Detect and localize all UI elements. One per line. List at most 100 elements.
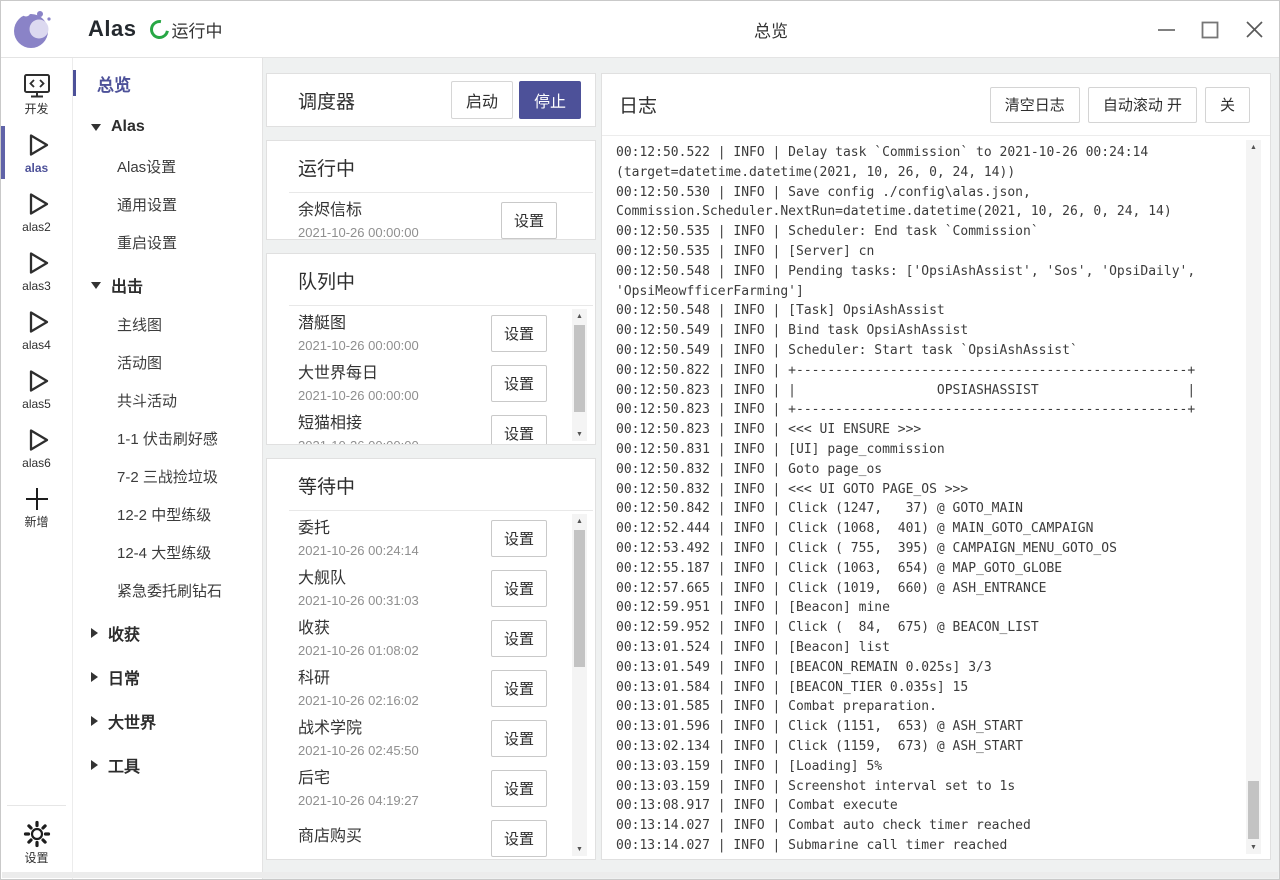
rail-item-label: alas2 — [22, 221, 51, 234]
task-settings-button[interactable]: 设置 — [491, 820, 547, 857]
task-next-run-time: 2021-10-26 01:08:02 — [298, 643, 491, 659]
task-row: 潜艇图2021-10-26 00:00:00设置 — [298, 308, 547, 358]
autoscroll-off-button[interactable]: 关 — [1205, 87, 1250, 123]
menu-group-大世界[interactable]: 大世界 — [73, 708, 262, 734]
menu-item-重启设置[interactable]: 重启设置 — [73, 230, 262, 254]
task-settings-button[interactable]: 设置 — [491, 415, 547, 445]
task-settings-button[interactable]: 设置 — [491, 720, 547, 757]
instance-rail: 开发 alas alas2 alas3alas4 alas5 alas6 新增 — [1, 58, 73, 879]
menu-item-紧急委托刷钻石[interactable]: 紧急委托刷钻石 — [73, 578, 262, 602]
app-logo-icon — [12, 7, 54, 51]
menu-item-主线图[interactable]: 主线图 — [73, 312, 262, 336]
scrollbar-thumb[interactable] — [574, 325, 585, 412]
scrollbar-thumb[interactable] — [1248, 781, 1259, 839]
menu-item-12-4 大型练级[interactable]: 12-4 大型练级 — [73, 540, 262, 564]
task-settings-button[interactable]: 设置 — [491, 670, 547, 707]
task-name: 大舰队 — [298, 568, 491, 590]
rail-item-dev[interactable]: 开发 — [1, 64, 72, 123]
log-card: 日志 清空日志 自动滚动 开 关 00:12:50.522 | INFO | D… — [601, 73, 1271, 860]
rail-item-alas2[interactable]: alas2 — [1, 182, 72, 241]
rail-item-label: alas — [25, 162, 48, 175]
minimize-icon — [1157, 20, 1176, 39]
task-next-run-time: 2021-10-26 02:16:02 — [298, 693, 491, 709]
task-settings-button[interactable]: 设置 — [491, 620, 547, 657]
start-button[interactable]: 启动 — [451, 81, 513, 119]
chevron-right-icon — [91, 628, 98, 638]
window-controls — [1151, 1, 1269, 58]
task-next-run-time: 2021-10-26 04:19:27 — [298, 793, 491, 809]
task-settings-button[interactable]: 设置 — [491, 520, 547, 557]
scroll-down-icon[interactable]: ▼ — [1246, 840, 1261, 854]
log-body: 00:12:50.522 | INFO | Delay task `Commis… — [602, 135, 1270, 859]
task-name: 余烬信标 — [298, 200, 501, 222]
scrollbar-thumb[interactable] — [574, 530, 585, 667]
task-settings-button[interactable]: 设置 — [491, 570, 547, 607]
menu-item-共斗活动[interactable]: 共斗活动 — [73, 388, 262, 412]
menu-item-活动图[interactable]: 活动图 — [73, 350, 262, 374]
menu-group-收获[interactable]: 收获 — [73, 620, 262, 646]
pending-panel-title: 队列中 — [267, 254, 595, 305]
close-button[interactable] — [1239, 15, 1269, 45]
play-icon — [22, 249, 52, 277]
play-icon — [22, 426, 52, 454]
scroll-down-icon[interactable]: ▼ — [572, 427, 587, 441]
play-icon — [22, 131, 52, 159]
menu-group-Alas[interactable]: Alas — [73, 114, 262, 140]
task-name: 大世界每日 — [298, 363, 491, 385]
task-name: 短猫相接 — [298, 413, 491, 435]
scheduler-card: 调度器 启动 停止 — [266, 73, 596, 127]
task-next-run-time: 2021-10-26 00:00:00 — [298, 438, 491, 445]
active-indicator — [73, 70, 76, 96]
rail-item-label: alas5 — [22, 398, 51, 411]
menu-item-Alas设置[interactable]: Alas设置 — [73, 154, 262, 178]
chevron-down-icon — [91, 124, 101, 131]
rail-item-alas5[interactable]: alas5 — [1, 359, 72, 418]
active-indicator — [1, 126, 5, 179]
maximize-button[interactable] — [1195, 15, 1225, 45]
clear-log-button[interactable]: 清空日志 — [990, 87, 1080, 123]
task-info: 商店购买 — [298, 826, 491, 851]
autoscroll-on-button[interactable]: 自动滚动 开 — [1088, 87, 1197, 123]
menu-item-1-1 伏击刷好感[interactable]: 1-1 伏击刷好感 — [73, 426, 262, 450]
task-info: 大世界每日2021-10-26 00:00:00 — [298, 363, 491, 404]
minimize-button[interactable] — [1151, 15, 1181, 45]
menu-group-出击[interactable]: 出击 — [73, 272, 262, 298]
task-next-run-time: 2021-10-26 00:00:00 — [298, 225, 501, 240]
task-name: 潜艇图 — [298, 313, 491, 335]
rail-item-label: 设置 — [24, 852, 48, 865]
scroll-up-icon[interactable]: ▲ — [572, 309, 587, 323]
menu-item-7-2 三战捡垃圾[interactable]: 7-2 三战捡垃圾 — [73, 464, 262, 488]
rail-item-alas[interactable]: alas — [1, 123, 72, 182]
menu-item-12-2 中型练级[interactable]: 12-2 中型练级 — [73, 502, 262, 526]
rail-item-alas4[interactable]: alas4 — [1, 300, 72, 359]
dev-monitor-icon — [22, 72, 52, 100]
rail-item-settings[interactable]: 设置 — [1, 812, 72, 871]
menu-item-通用设置[interactable]: 通用设置 — [73, 192, 262, 216]
task-name: 委托 — [298, 518, 491, 540]
stop-button[interactable]: 停止 — [519, 81, 581, 119]
menu-group-label: 收获 — [108, 621, 140, 645]
rail-item-label: alas6 — [22, 457, 51, 470]
add-instance-button[interactable]: 新增 — [1, 477, 72, 536]
scroll-up-icon[interactable]: ▲ — [1246, 140, 1261, 154]
rail-item-alas3[interactable]: alas3 — [1, 241, 72, 300]
task-settings-button[interactable]: 设置 — [491, 365, 547, 402]
task-info: 科研2021-10-26 02:16:02 — [298, 668, 491, 709]
log-scrollbar[interactable]: ▲ ▼ — [1246, 140, 1261, 854]
task-settings-button[interactable]: 设置 — [491, 770, 547, 807]
task-settings-button[interactable]: 设置 — [501, 202, 557, 239]
menu-item-overview[interactable]: 总览 — [73, 70, 262, 96]
task-settings-button[interactable]: 设置 — [491, 315, 547, 352]
chevron-right-icon — [91, 760, 98, 770]
menu-group-日常[interactable]: 日常 — [73, 664, 262, 690]
rail-item-alas6[interactable]: alas6 — [1, 418, 72, 477]
pending-panel: 队列中 潜艇图2021-10-26 00:00:00设置大世界每日2021-10… — [266, 253, 596, 445]
waiting-scrollbar[interactable]: ▲ ▼ — [572, 514, 587, 856]
scroll-up-icon[interactable]: ▲ — [572, 514, 587, 528]
pending-scrollbar[interactable]: ▲ ▼ — [572, 309, 587, 441]
scroll-down-icon[interactable]: ▼ — [572, 842, 587, 856]
menu-group-工具[interactable]: 工具 — [73, 752, 262, 778]
task-row: 大舰队2021-10-26 00:31:03设置 — [298, 563, 547, 613]
menu-group-label: 工具 — [108, 753, 140, 777]
rail-item-label: 新增 — [24, 516, 48, 529]
